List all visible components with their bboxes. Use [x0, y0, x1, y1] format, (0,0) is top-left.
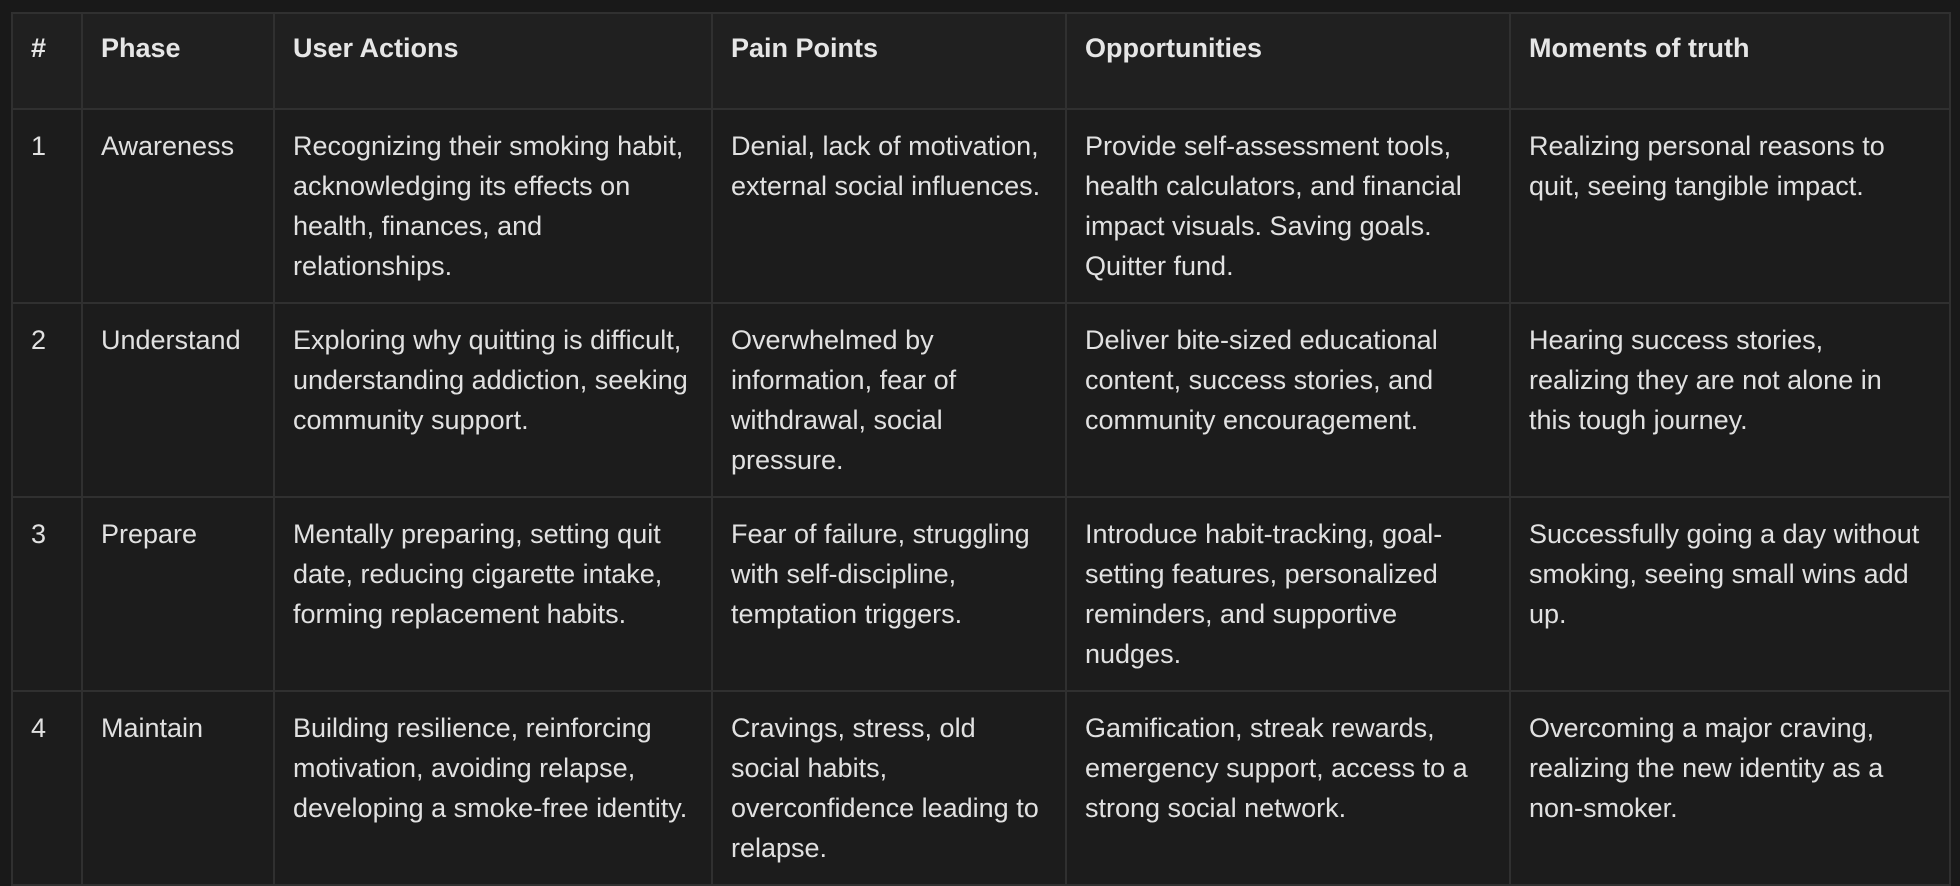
- table-row: 3 Prepare Mentally preparing, setting qu…: [11, 496, 1951, 692]
- cell-pain-points: Fear of failure, struggling with self-di…: [711, 496, 1067, 692]
- cell-phase: Awareness: [81, 108, 275, 304]
- header-opportunities: Opportunities: [1065, 12, 1511, 110]
- cell-opportunities: Gamification, streak rewards, emergency …: [1065, 690, 1511, 886]
- cell-moments-of-truth: Realizing personal reasons to quit, seei…: [1509, 108, 1951, 304]
- header-row: # Phase User Actions Pain Points Opportu…: [11, 12, 1951, 110]
- journey-table: # Phase User Actions Pain Points Opportu…: [11, 12, 1951, 886]
- cell-user-actions: Building resilience, reinforcing motivat…: [273, 690, 713, 886]
- cell-moments-of-truth: Hearing success stories, realizing they …: [1509, 302, 1951, 498]
- header-moments-of-truth: Moments of truth: [1509, 12, 1951, 110]
- cell-user-actions: Recognizing their smoking habit, acknowl…: [273, 108, 713, 304]
- header-user-actions: User Actions: [273, 12, 713, 110]
- cell-number: 4: [11, 690, 83, 886]
- header-number: #: [11, 12, 83, 110]
- cell-moments-of-truth: Successfully going a day without smoking…: [1509, 496, 1951, 692]
- cell-pain-points: Denial, lack of motivation, external soc…: [711, 108, 1067, 304]
- cell-pain-points: Overwhelmed by information, fear of with…: [711, 302, 1067, 498]
- table-row: 1 Awareness Recognizing their smoking ha…: [11, 108, 1951, 304]
- cell-number: 2: [11, 302, 83, 498]
- cell-user-actions: Exploring why quitting is difficult, und…: [273, 302, 713, 498]
- cell-phase: Understand: [81, 302, 275, 498]
- cell-pain-points: Cravings, stress, old social habits, ove…: [711, 690, 1067, 886]
- cell-number: 3: [11, 496, 83, 692]
- header-phase: Phase: [81, 12, 275, 110]
- cell-moments-of-truth: Overcoming a major craving, realizing th…: [1509, 690, 1951, 886]
- cell-opportunities: Deliver bite-sized educational content, …: [1065, 302, 1511, 498]
- table-row: 2 Understand Exploring why quitting is d…: [11, 302, 1951, 498]
- cell-user-actions: Mentally preparing, setting quit date, r…: [273, 496, 713, 692]
- header-pain-points: Pain Points: [711, 12, 1067, 110]
- journey-table-container: # Phase User Actions Pain Points Opportu…: [11, 12, 1951, 886]
- table-row: 4 Maintain Building resilience, reinforc…: [11, 690, 1951, 886]
- cell-number: 1: [11, 108, 83, 304]
- cell-phase: Prepare: [81, 496, 275, 692]
- cell-opportunities: Provide self-assessment tools, health ca…: [1065, 108, 1511, 304]
- cell-opportunities: Introduce habit-tracking, goal-setting f…: [1065, 496, 1511, 692]
- cell-phase: Maintain: [81, 690, 275, 886]
